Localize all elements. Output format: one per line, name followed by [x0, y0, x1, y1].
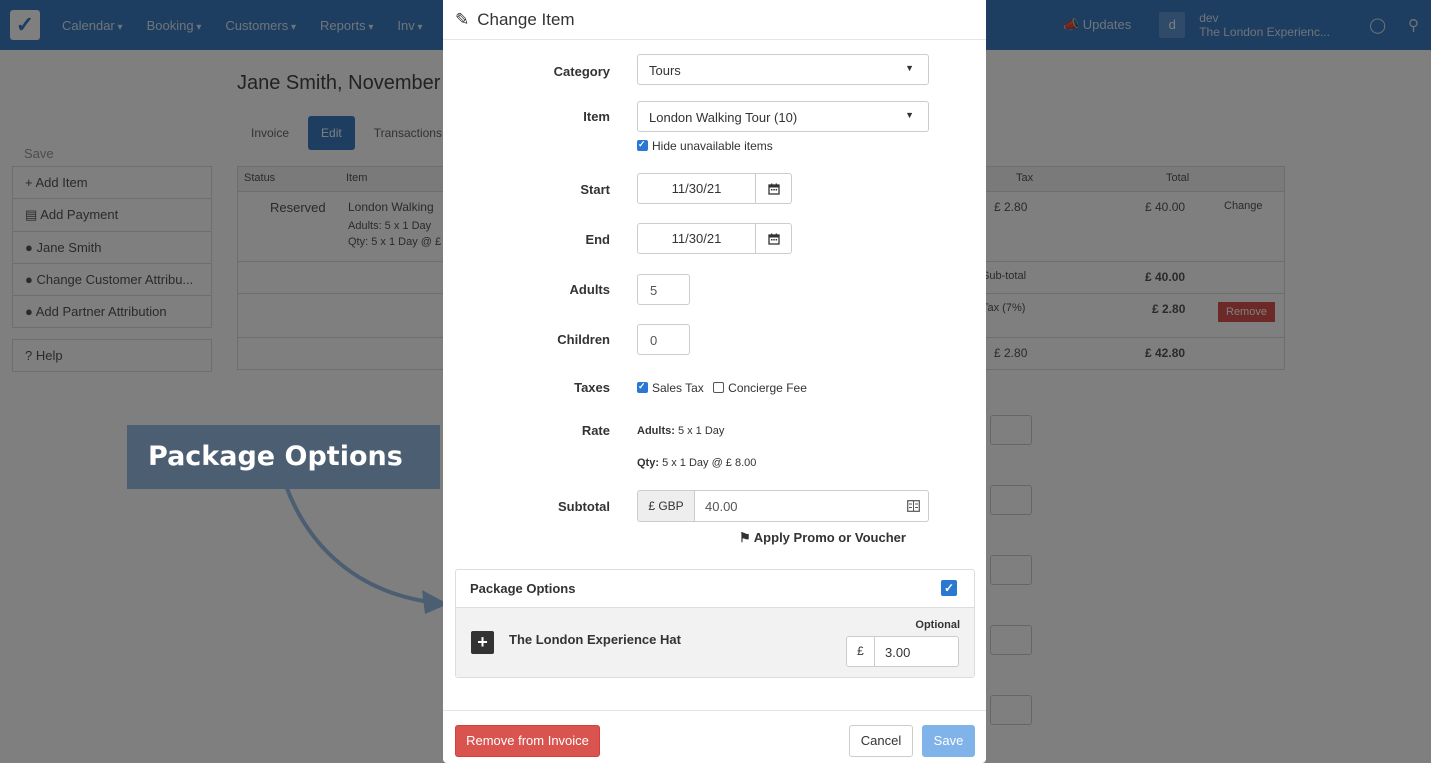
save-button[interactable]: Save	[922, 725, 975, 757]
item-label: Item	[583, 109, 610, 124]
calculator-icon[interactable]	[907, 500, 920, 512]
rate-adults: Adults: 5 x 1 Day	[637, 425, 724, 437]
package-options-header: Package Options ✓	[456, 570, 974, 608]
adults-input[interactable]: 5	[637, 274, 690, 305]
rate-qty: Qty: 5 x 1 Day @ £ 8.00	[637, 457, 756, 469]
category-value: Tours	[649, 63, 681, 78]
modal-footer: Remove from Invoice Cancel Save	[443, 710, 986, 763]
modal-title: Change Item	[477, 9, 575, 29]
optional-label: Optional	[915, 619, 960, 631]
concierge-fee-checkbox[interactable]: Concierge Fee	[713, 381, 807, 395]
subtotal-label: Subtotal	[558, 499, 610, 514]
hide-unavailable-label: Hide unavailable items	[652, 139, 773, 153]
calendar-button[interactable]	[756, 173, 792, 204]
rate-qty-value: 5 x 1 Day @ £ 8.00	[662, 457, 757, 469]
rate-adults-value: 5 x 1 Day	[677, 425, 725, 437]
calendar-button[interactable]	[756, 223, 792, 254]
calendar-icon	[767, 233, 780, 245]
rate-qty-label: Qty:	[637, 457, 659, 469]
checkbox-checked-icon	[637, 139, 648, 151]
package-price-input[interactable]: 3.00	[875, 636, 959, 667]
package-option-item: + The London Experience Hat Optional £ 3…	[456, 608, 974, 677]
package-options-title: Package Options	[470, 581, 576, 596]
currency-addon: £ GBP	[637, 490, 695, 522]
callout-arrow-icon	[284, 484, 448, 614]
item-value: London Walking Tour (10)	[649, 110, 798, 125]
category-select[interactable]: Tours ▼	[637, 54, 929, 85]
tag-icon: ⚑	[739, 530, 751, 545]
end-date-picker: 11/30/21	[637, 223, 792, 254]
start-label: Start	[580, 182, 610, 197]
subtotal-input[interactable]: 40.00	[695, 490, 929, 522]
children-input[interactable]: 0	[637, 324, 690, 355]
children-label: Children	[557, 332, 610, 347]
start-date-input[interactable]: 11/30/21	[637, 173, 756, 204]
sales-tax-label: Sales Tax	[652, 381, 704, 395]
rate-adults-label: Adults:	[637, 425, 675, 437]
end-date-input[interactable]: 11/30/21	[637, 223, 756, 254]
modal-header: ✎ Change Item	[443, 0, 986, 40]
rate-label: Rate	[581, 423, 610, 438]
sales-tax-checkbox[interactable]: Sales Tax	[637, 381, 704, 395]
checkbox-unchecked-icon	[713, 382, 725, 393]
apply-promo-label: Apply Promo or Voucher	[753, 530, 906, 545]
tax-options: Sales Tax Concierge Fee	[637, 381, 807, 395]
start-date-picker: 11/30/21	[637, 173, 792, 204]
subtotal-field: £ GBP 40.00	[637, 490, 929, 522]
end-label: End	[585, 232, 610, 247]
concierge-fee-label: Concierge Fee	[728, 381, 807, 395]
chevron-down-icon: ▼	[905, 110, 914, 120]
currency-addon: £	[846, 636, 875, 667]
hide-unavailable-checkbox[interactable]: Hide unavailable items	[637, 139, 773, 153]
calendar-icon	[767, 183, 780, 195]
apply-promo-link[interactable]: ⚑ Apply Promo or Voucher	[739, 530, 906, 546]
category-label: Category	[553, 64, 610, 79]
checkbox-checked-icon	[637, 381, 648, 393]
package-price-field: £ 3.00	[846, 636, 959, 667]
cancel-button[interactable]: Cancel	[849, 725, 913, 757]
item-select[interactable]: London Walking Tour (10) ▼	[637, 101, 929, 132]
package-options-panel: Package Options ✓ + The London Experienc…	[455, 569, 975, 678]
add-package-item-button[interactable]: +	[471, 631, 494, 654]
package-item-name: The London Experience Hat	[509, 632, 681, 647]
chevron-down-icon: ▼	[905, 63, 914, 73]
pencil-icon: ✎	[455, 9, 470, 29]
adults-label: Adults	[569, 282, 610, 297]
subtotal-value: 40.00	[705, 499, 738, 514]
taxes-label: Taxes	[574, 380, 610, 395]
package-options-checkbox[interactable]: ✓	[941, 580, 957, 596]
change-item-modal: ✎ Change Item Category Tours ▼ Item Lond…	[443, 0, 986, 763]
remove-from-invoice-button[interactable]: Remove from Invoice	[455, 725, 600, 757]
